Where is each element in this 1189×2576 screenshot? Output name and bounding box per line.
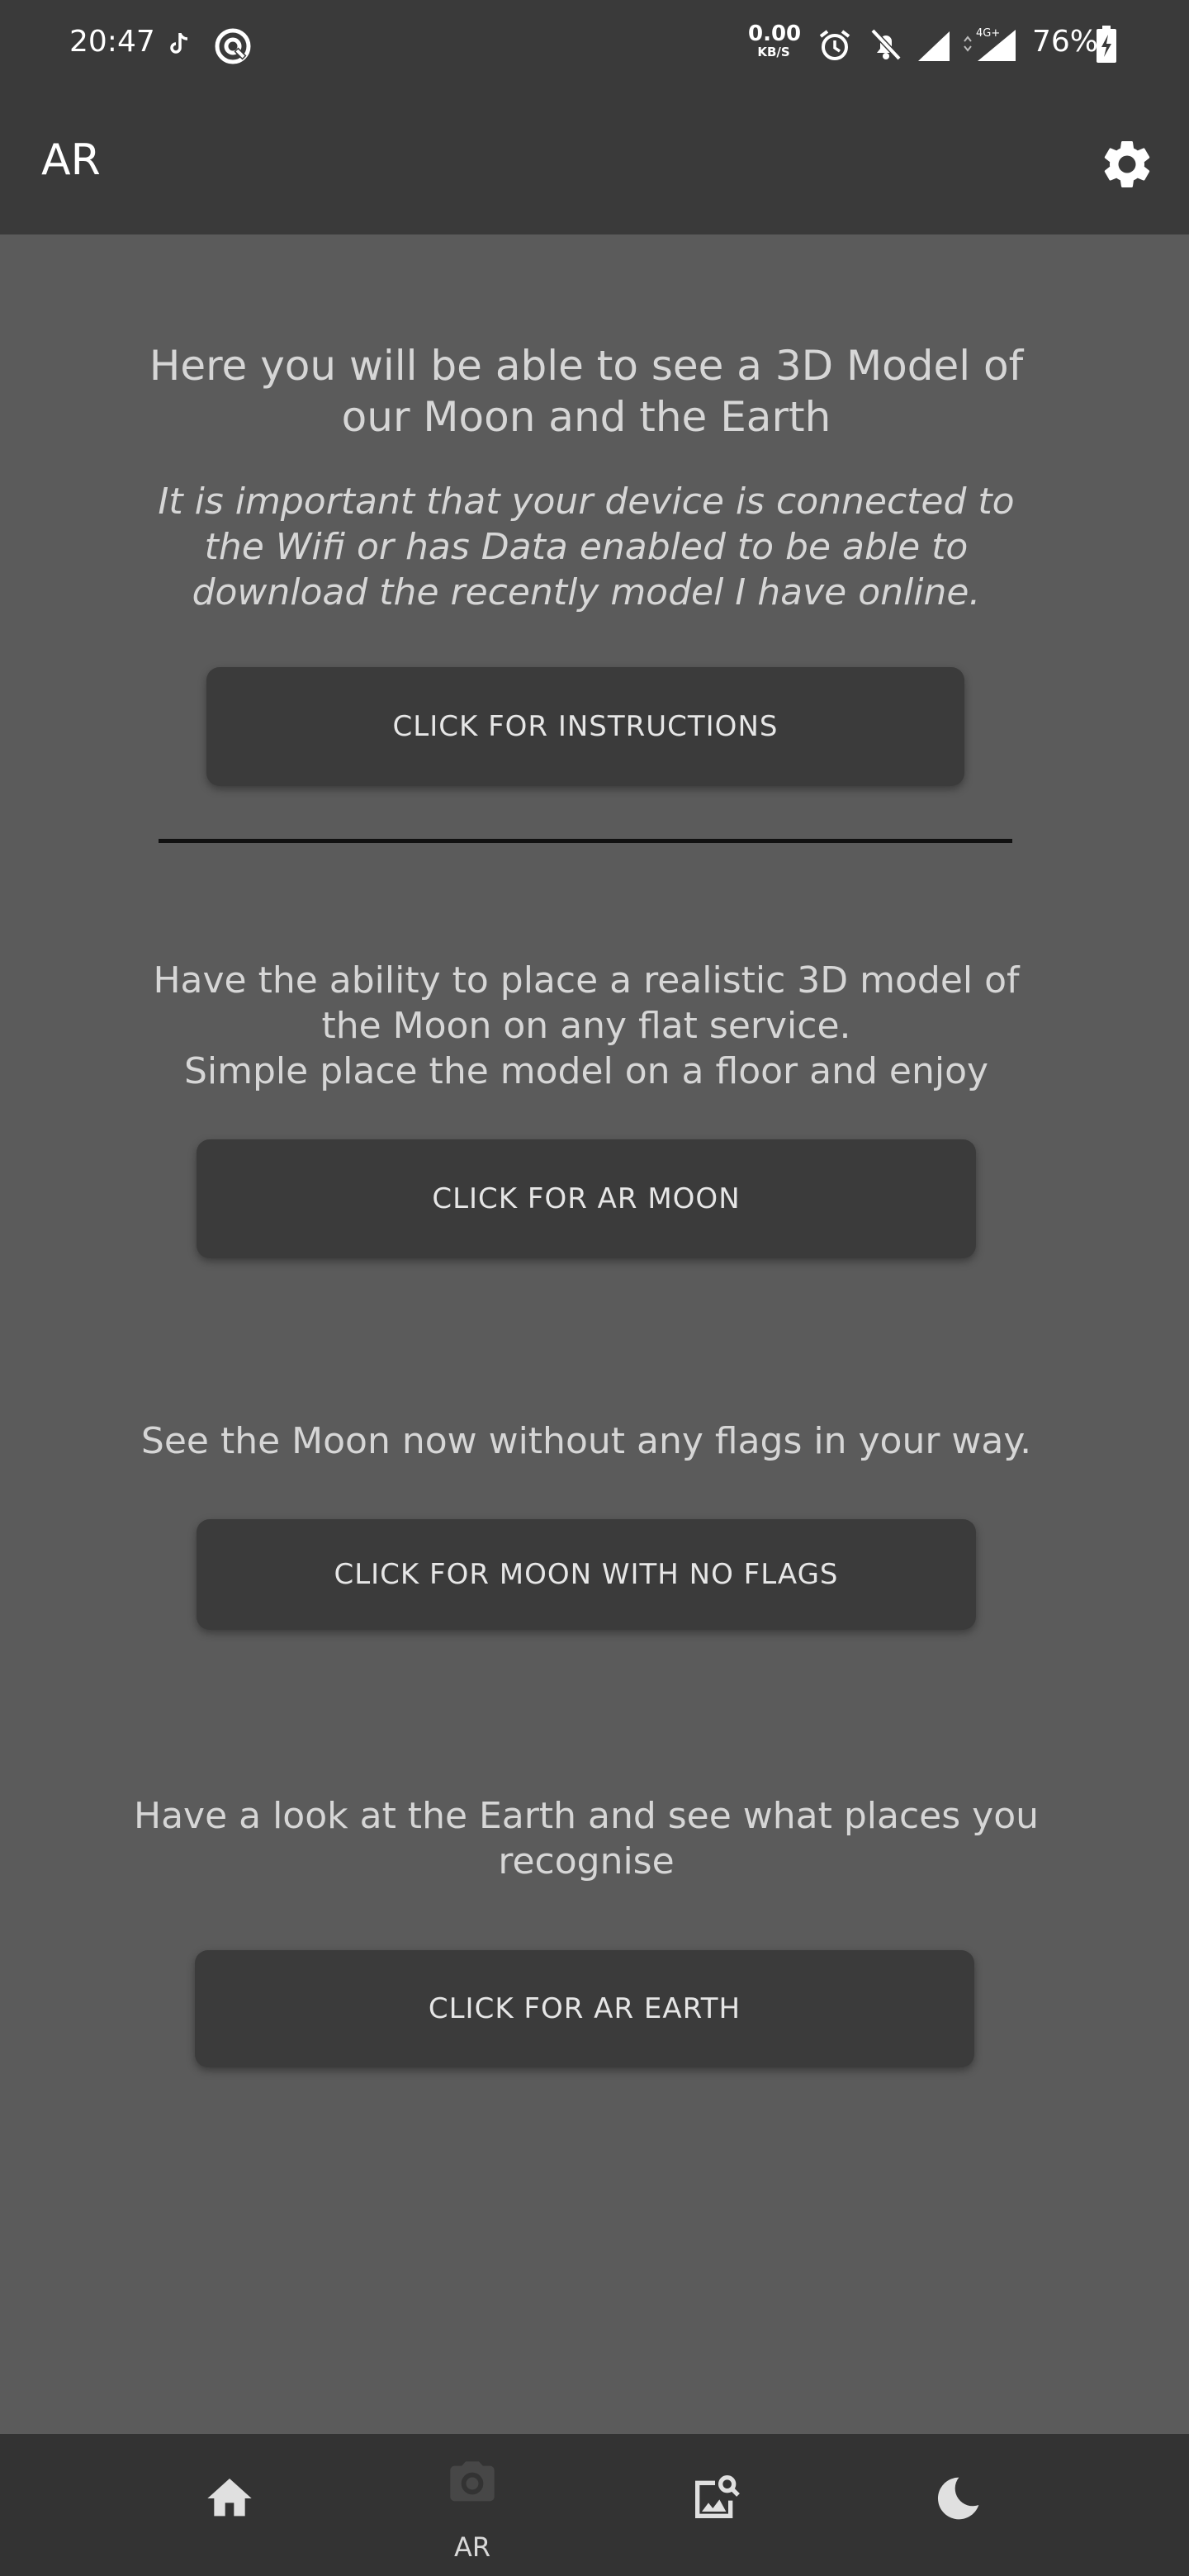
home-icon [207,2479,252,2517]
net-speed-value: 0.00 [748,21,802,46]
net-speed: 0.00 KB/S [748,21,802,59]
battery-percentage: 76% [1032,25,1099,59]
status-time: 20:47 [69,25,155,59]
signal-icon [917,30,951,66]
moon-description: Have the ability to place a realistic 3D… [132,958,1040,1094]
moon-description-line2: Simple place the model on a floor and en… [183,1050,989,1092]
section-divider [159,839,1012,843]
main-content: Here you will be able to see a 3D Model … [0,234,1189,2434]
nav-ar-label: AR [453,2531,491,2563]
tiktok-icon [168,31,190,59]
nav-home[interactable] [147,2434,312,2576]
bottom-navigation: AR [0,2434,1189,2576]
screen: 20:47 0.00 KB/S 4G+ 76% AR Here you will… [0,0,1189,2576]
signal-4g-icon: 4G+ [958,25,1019,66]
nav-image-search[interactable] [632,2434,798,2576]
bell-off-icon [869,26,903,66]
nav-ar[interactable]: AR [390,2434,555,2576]
earth-description: Have a look at the Earth and see what pl… [133,1795,1040,1882]
camera-icon [450,2461,495,2502]
settings-button[interactable] [1098,135,1156,193]
moon-no-flags-button[interactable]: CLICK FOR MOON WITH NO FLAGS [197,1519,976,1630]
gear-icon [1104,140,1150,187]
intro-heading: Here you will be able to see a 3D Model … [149,342,1024,441]
moon-icon [937,2477,979,2520]
instructions-button[interactable]: CLICK FOR INSTRUCTIONS [206,667,964,786]
connection-note: It is important that your device is conn… [158,481,1015,613]
ar-earth-button[interactable]: CLICK FOR AR EARTH [195,1950,974,2067]
network-type-label: 4G+ [976,27,1000,40]
app-title: AR [41,135,101,185]
nav-moon[interactable] [875,2434,1040,2576]
net-speed-unit: KB/S [757,45,790,59]
alarm-icon [817,28,852,66]
vpn-icon [213,26,253,69]
status-bar: 20:47 0.00 KB/S 4G+ 76% [0,0,1189,92]
no-flags-description: See the Moon now without any flags in yo… [140,1420,1032,1462]
image-search-icon [695,2475,740,2518]
battery-charging-icon [1095,25,1118,68]
app-bar: AR [0,92,1189,234]
ar-moon-button[interactable]: CLICK FOR AR MOON [197,1139,976,1258]
moon-description-line1: Have the ability to place a realistic 3D… [153,959,1020,1047]
